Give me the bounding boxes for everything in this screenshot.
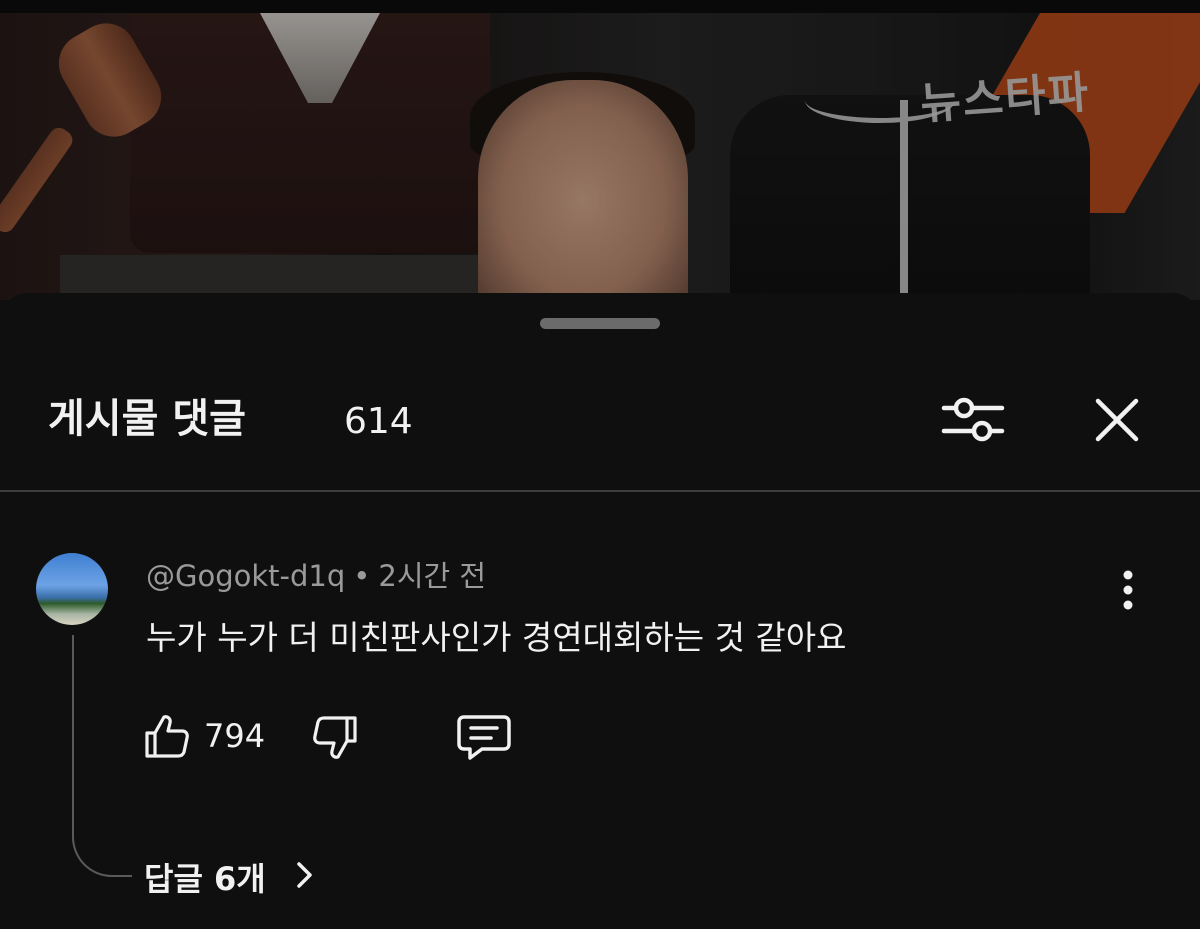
reply-button[interactable] bbox=[456, 711, 512, 763]
video-dim-overlay bbox=[0, 0, 1200, 300]
more-vertical-icon bbox=[1123, 570, 1133, 610]
chevron-right-icon bbox=[295, 856, 315, 902]
comment-count: 614 bbox=[344, 401, 413, 442]
header-divider bbox=[0, 490, 1200, 492]
meta-separator: • bbox=[353, 559, 371, 593]
comment-text: 누가 누가 더 미친판사인가 경연대회하는 것 같아요 bbox=[146, 618, 847, 657]
comment-icon bbox=[457, 715, 511, 760]
comment-meta: @Gogokt-d1q • 2시간 전 bbox=[146, 556, 486, 596]
drag-handle[interactable] bbox=[540, 318, 660, 329]
thumbs-up-icon bbox=[145, 715, 189, 758]
video-player[interactable]: 뉴스타파 bbox=[0, 0, 1200, 300]
view-replies-button[interactable]: 답글 6개 bbox=[144, 856, 315, 902]
like-count: 794 bbox=[204, 717, 266, 755]
dislike-button[interactable] bbox=[310, 713, 360, 763]
comment-time: 2시간 전 bbox=[378, 559, 487, 593]
close-icon bbox=[1095, 398, 1139, 442]
thumbs-down-icon bbox=[313, 716, 357, 759]
avatar[interactable] bbox=[36, 553, 108, 625]
comment-more-button[interactable] bbox=[1108, 563, 1148, 623]
reply-thread-line bbox=[72, 635, 132, 877]
sheet-title: 게시물 댓글 bbox=[48, 396, 246, 442]
comment-author[interactable]: @Gogokt-d1q bbox=[146, 559, 345, 593]
close-button[interactable] bbox=[1088, 391, 1148, 451]
sort-filter-button[interactable] bbox=[938, 391, 1008, 451]
like-button[interactable] bbox=[142, 711, 192, 761]
replies-label: 답글 6개 bbox=[144, 860, 266, 898]
sliders-icon bbox=[941, 397, 1005, 442]
comments-sheet: 게시물 댓글 614 @Gogokt-d1q • 2시간 전 누가 누가 더 미친판… bbox=[0, 293, 1200, 929]
